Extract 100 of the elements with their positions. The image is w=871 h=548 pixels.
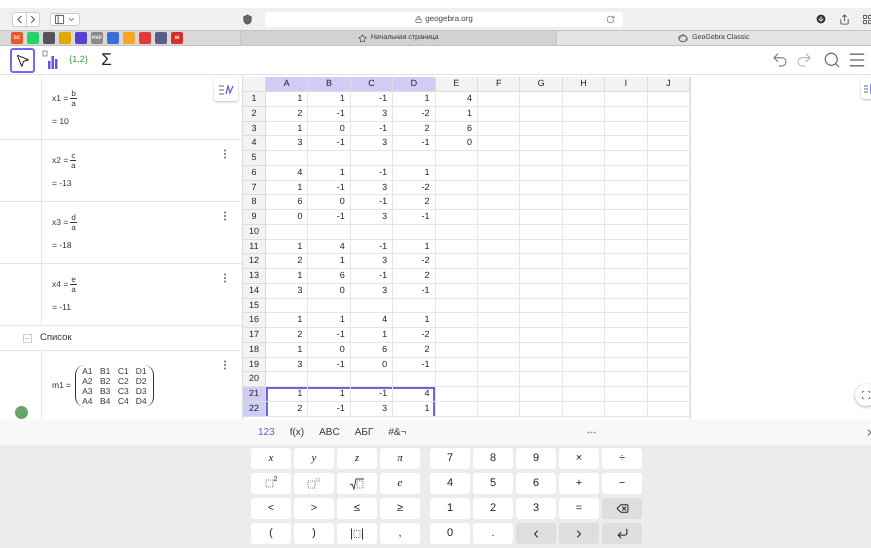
- column-header[interactable]: J: [648, 77, 690, 92]
- row-header[interactable]: 19: [243, 358, 266, 372]
- address-bar[interactable]: geogebra.org: [265, 12, 623, 26]
- row-header[interactable]: 21: [243, 387, 266, 402]
- row-header[interactable]: 7: [243, 180, 266, 196]
- keyboard-key[interactable]: y: [294, 448, 334, 469]
- keyboard-key[interactable]: 6: [516, 473, 556, 494]
- keyboard-key[interactable]: −: [602, 473, 642, 494]
- keyboard-key[interactable]: 1: [430, 498, 470, 519]
- table-cell: 2: [266, 328, 308, 343]
- column-header[interactable]: C: [350, 77, 394, 92]
- table-cell: [520, 328, 563, 343]
- square-root-icon: [349, 478, 365, 490]
- row-header[interactable]: 18: [243, 342, 266, 358]
- keyboard-tab[interactable]: #&¬: [388, 425, 406, 440]
- keyboard-key[interactable]: (: [251, 523, 291, 544]
- keyboard-key[interactable]: ,: [380, 523, 420, 544]
- keyboard-tab[interactable]: ABC: [319, 425, 340, 440]
- row-header[interactable]: 1: [243, 92, 266, 107]
- table-cell: [562, 106, 606, 122]
- row-header[interactable]: 16: [243, 313, 266, 328]
- sidebar-button[interactable]: [50, 12, 80, 26]
- download-icon[interactable]: [815, 13, 827, 25]
- keyboard-key[interactable]: +: [559, 473, 599, 494]
- column-header[interactable]: H: [562, 77, 606, 92]
- column-header[interactable]: F: [478, 77, 520, 92]
- column-header[interactable]: B: [308, 77, 351, 92]
- tool-button[interactable]: [10, 48, 35, 72]
- keyboard-key[interactable]: 4: [430, 473, 470, 494]
- keyboard-key[interactable]: ): [294, 523, 334, 544]
- row-header[interactable]: 10: [243, 224, 266, 240]
- row-header[interactable]: 4: [243, 136, 266, 151]
- row-header[interactable]: 6: [243, 166, 266, 180]
- table-cell: 3: [266, 284, 308, 298]
- row-header[interactable]: 8: [243, 195, 266, 210]
- column-header[interactable]: A: [266, 77, 308, 92]
- row-header[interactable]: 3: [243, 122, 266, 136]
- row-header[interactable]: 17: [243, 328, 266, 343]
- table-cell: [478, 342, 520, 358]
- keyboard-key[interactable]: 0: [430, 523, 470, 544]
- keyboard-key[interactable]: .: [473, 523, 513, 544]
- keyboard-tab[interactable]: 123: [258, 425, 275, 440]
- table-cell: 1: [308, 387, 351, 402]
- keyboard-key[interactable]: ≤: [337, 498, 377, 519]
- keyboard-key[interactable]: 5: [473, 473, 513, 494]
- keyboard-key[interactable]: ÷: [602, 448, 642, 469]
- keyboard-key[interactable]: [602, 498, 642, 519]
- keyboard-key[interactable]: z: [337, 448, 377, 469]
- row-header[interactable]: 20: [243, 372, 266, 387]
- keyboard-key[interactable]: [337, 473, 377, 494]
- undo-icon[interactable]: [771, 51, 789, 69]
- row-header[interactable]: 2: [243, 106, 266, 122]
- row-header[interactable]: 5: [243, 151, 266, 166]
- row-header[interactable]: 14: [243, 284, 266, 298]
- keyboard-tab[interactable]: f(x): [290, 425, 304, 440]
- keyboard-key[interactable]: 7: [430, 448, 470, 469]
- algebra-style-icon: [218, 85, 234, 95]
- row-header[interactable]: 9: [243, 210, 266, 225]
- shield-icon[interactable]: [242, 14, 253, 24]
- row-header[interactable]: 15: [243, 298, 266, 314]
- fullscreen-button[interactable]: [855, 384, 871, 406]
- table-cell: [436, 210, 478, 225]
- table-cell: [478, 151, 520, 166]
- bookmark-icon[interactable]: [43, 32, 55, 44]
- tool-button[interactable]: Σ: [94, 48, 119, 72]
- keyboard-key[interactable]: >: [294, 498, 334, 519]
- keyboard-key[interactable]: 8: [473, 448, 513, 469]
- keyboard-tab[interactable]: АБГ: [354, 425, 374, 440]
- tool-button[interactable]: {1,2}: [66, 48, 91, 72]
- keyboard-key[interactable]: 3: [516, 498, 556, 519]
- keyboard-key[interactable]: ×: [559, 448, 599, 469]
- column-header[interactable]: E: [436, 77, 478, 92]
- reload-icon[interactable]: [606, 14, 615, 24]
- keyboard-key[interactable]: <: [251, 498, 291, 519]
- table-cell: [478, 298, 520, 314]
- keyboard-key[interactable]: ≥: [380, 498, 420, 519]
- keyboard-key[interactable]: =: [559, 498, 599, 519]
- column-header[interactable]: D: [393, 77, 436, 92]
- keyboard-key[interactable]: [602, 523, 642, 544]
- keyboard-key[interactable]: [337, 523, 377, 544]
- keyboard-key[interactable]: π: [380, 448, 420, 469]
- search-icon[interactable]: [823, 51, 841, 69]
- numerator: c: [70, 151, 76, 162]
- row-header[interactable]: 12: [243, 254, 266, 269]
- column-header[interactable]: I: [605, 77, 648, 92]
- row-header[interactable]: 11: [243, 240, 266, 254]
- keyboard-key[interactable]: e: [380, 473, 420, 494]
- share-icon[interactable]: [839, 14, 850, 24]
- table-cell: [350, 372, 394, 387]
- keyboard-key[interactable]: 9: [516, 448, 556, 469]
- table-cell: 0: [308, 284, 351, 298]
- row-header[interactable]: 22: [243, 402, 266, 416]
- grid-icon[interactable]: [862, 14, 871, 24]
- keyboard-key[interactable]: x: [251, 448, 291, 469]
- row-header[interactable]: 13: [243, 269, 266, 284]
- style-bar-toggle[interactable]: [214, 79, 238, 101]
- table-cell: 1: [350, 328, 394, 343]
- keyboard-key[interactable]: 2: [473, 498, 513, 519]
- table-cell: [562, 180, 606, 196]
- column-header[interactable]: G: [520, 77, 563, 92]
